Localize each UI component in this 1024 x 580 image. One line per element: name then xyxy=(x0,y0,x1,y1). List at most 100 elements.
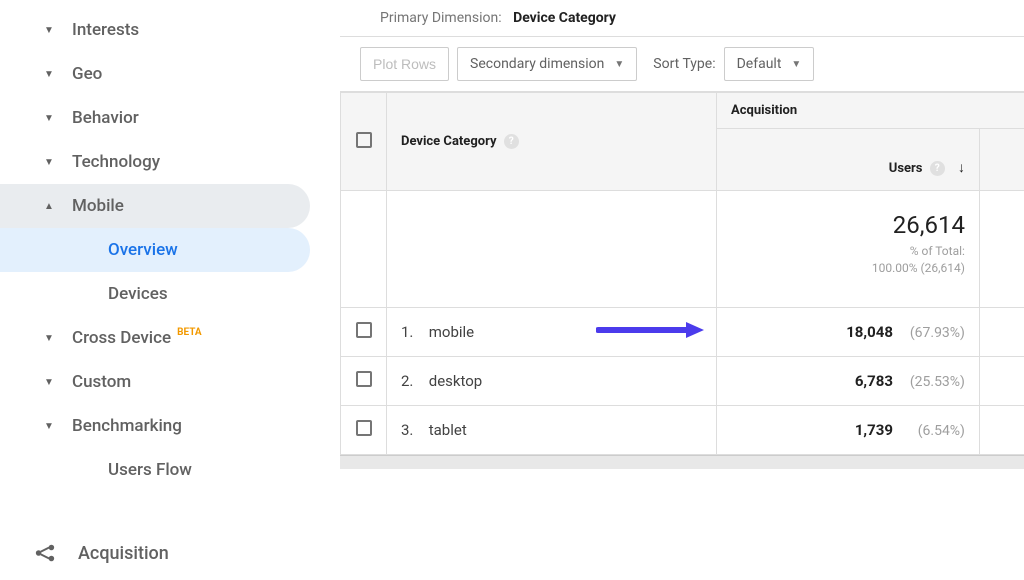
chevron-down-icon xyxy=(44,421,54,432)
sidebar-item-label: Overview xyxy=(108,240,178,260)
sidebar-items: Interests Geo Behavior Technology Mobile… xyxy=(0,8,340,526)
new-users-cell: 6,459(26.62%) xyxy=(979,356,1024,405)
dimension-value: mobile xyxy=(429,323,474,341)
sidebar-item-label: Behavior xyxy=(72,108,139,128)
table-row[interactable]: 1. mobile 18,048 (67.93%) 16,174(66.66%) xyxy=(341,307,1024,356)
chevron-down-icon xyxy=(44,113,54,124)
chevron-up-icon xyxy=(44,201,54,212)
users-cell: 1,739 (6.54%) xyxy=(717,405,980,454)
sort-descending-icon: ↓ xyxy=(958,160,965,176)
sort-type-label: Sort Type: xyxy=(653,56,715,72)
primary-dimension-bar: Primary Dimension: Device Category xyxy=(340,0,1024,37)
sidebar-item-label: Custom xyxy=(72,372,131,392)
dimension-value: desktop xyxy=(429,372,483,390)
sidebar-item-geo[interactable]: Geo xyxy=(0,52,310,96)
sidebar-item-behavior[interactable]: Behavior xyxy=(0,96,310,140)
empty-cell xyxy=(387,191,717,308)
chevron-down-icon xyxy=(44,333,54,344)
metric-percent: (6.54%) xyxy=(901,423,965,439)
table-row[interactable]: 3. tablet 1,739 (6.54%) 1,629(6.71%) xyxy=(341,405,1024,454)
metric-value: 1,739 xyxy=(855,421,893,439)
plot-rows-button[interactable]: Plot Rows xyxy=(360,47,449,81)
sidebar-item-users-flow[interactable]: Users Flow xyxy=(0,448,310,492)
chevron-down-icon: ▼ xyxy=(791,59,801,70)
dropdown-label: Secondary dimension xyxy=(470,56,604,72)
help-icon[interactable]: ? xyxy=(504,134,519,149)
chevron-down-icon xyxy=(44,377,54,388)
chevron-down-icon xyxy=(44,69,54,80)
summary-subtext: % of Total: xyxy=(731,243,965,260)
summary-subtext: 100.00% (24,261) xyxy=(994,260,1024,277)
users-column-header[interactable]: Users ? ↓ xyxy=(717,129,980,191)
row-checkbox[interactable] xyxy=(356,420,372,436)
new-users-summary: 24,262 % of Total: 100.00% (24,261) xyxy=(979,191,1024,308)
sidebar-item-label: Mobile xyxy=(72,196,124,216)
select-all-checkbox[interactable] xyxy=(356,132,372,148)
row-checkbox-cell xyxy=(341,405,387,454)
sidebar-item-label: Cross Device xyxy=(72,328,171,348)
sidebar-section-acquisition[interactable]: Acquisition xyxy=(0,526,340,580)
table-toolbar: Plot Rows Secondary dimension ▼ Sort Typ… xyxy=(340,37,1024,91)
beta-badge: BETA xyxy=(177,327,202,338)
empty-cell xyxy=(341,191,387,308)
table-row[interactable]: 2. desktop 6,783 (25.53%) 6,459(26.62%) xyxy=(341,356,1024,405)
row-checkbox[interactable] xyxy=(356,322,372,338)
metric-value: 18,048 xyxy=(846,323,893,341)
sidebar-item-label: Interests xyxy=(72,20,139,40)
sidebar-item-label: Benchmarking xyxy=(72,416,182,436)
row-checkbox-cell xyxy=(341,307,387,356)
chevron-down-icon xyxy=(44,157,54,168)
sidebar-item-cross-device[interactable]: Cross Device BETA xyxy=(0,316,310,360)
chevron-down-icon: ▼ xyxy=(614,59,624,70)
main-content: Primary Dimension: Device Category Plot … xyxy=(340,0,1024,580)
users-cell: 18,048 (67.93%) xyxy=(717,307,980,356)
new-users-cell: 16,174(66.66%) xyxy=(979,307,1024,356)
sidebar-item-custom[interactable]: Custom xyxy=(0,360,310,404)
metric-percent: (25.53%) xyxy=(901,374,965,390)
sort-type-dropdown[interactable]: Default ▼ xyxy=(724,47,815,81)
dimension-header[interactable]: Device Category ? xyxy=(387,93,717,191)
row-index: 2. xyxy=(401,372,425,390)
summary-subtext: % of Total: xyxy=(994,243,1024,260)
primary-dimension-label: Primary Dimension: xyxy=(380,10,502,26)
acquisition-icon xyxy=(34,542,56,564)
summary-row: 26,614 % of Total: 100.00% (26,614) 24,2… xyxy=(341,191,1024,308)
users-summary: 26,614 % of Total: 100.00% (26,614) xyxy=(717,191,980,308)
sidebar-item-interests[interactable]: Interests xyxy=(0,8,310,52)
metric-percent: (67.93%) xyxy=(901,325,965,341)
sidebar-item-benchmarking[interactable]: Benchmarking xyxy=(0,404,310,448)
metric-value: 6,783 xyxy=(855,372,893,390)
sidebar: Interests Geo Behavior Technology Mobile… xyxy=(0,0,340,580)
summary-value: 24,262 xyxy=(994,211,1024,239)
data-table-wrapper[interactable]: Device Category ? Acquisition Users ? ↓ xyxy=(340,91,1024,580)
sidebar-item-technology[interactable]: Technology xyxy=(0,140,310,184)
help-icon[interactable]: ? xyxy=(930,161,945,176)
header-label: Acquisition xyxy=(731,103,797,118)
users-cell: 6,783 (25.53%) xyxy=(717,356,980,405)
section-label: Acquisition xyxy=(78,543,169,564)
row-checkbox[interactable] xyxy=(356,371,372,387)
dimension-value: tablet xyxy=(429,421,467,439)
scroll-track[interactable] xyxy=(340,455,1024,469)
dimension-cell[interactable]: 1. mobile xyxy=(387,307,717,356)
summary-subtext: 100.00% (26,614) xyxy=(731,260,965,277)
primary-dimension-value[interactable]: Device Category xyxy=(513,10,616,26)
annotation-arrow-icon xyxy=(596,320,706,344)
select-all-header xyxy=(341,93,387,191)
sidebar-item-label: Users Flow xyxy=(108,460,192,480)
row-index: 3. xyxy=(401,421,425,439)
dimension-cell[interactable]: 3. tablet xyxy=(387,405,717,454)
sidebar-subitem-devices[interactable]: Devices xyxy=(0,272,310,316)
sidebar-subitem-overview[interactable]: Overview xyxy=(0,228,310,272)
sidebar-item-label: Technology xyxy=(72,152,160,172)
row-checkbox-cell xyxy=(341,356,387,405)
sidebar-item-mobile[interactable]: Mobile xyxy=(0,184,310,228)
new-users-cell: 1,629(6.71%) xyxy=(979,405,1024,454)
header-label: Users xyxy=(889,161,923,176)
acquisition-group-header: Acquisition xyxy=(717,93,1024,129)
dimension-cell[interactable]: 2. desktop xyxy=(387,356,717,405)
new-users-column-header[interactable]: New Users ? xyxy=(979,129,1024,191)
data-table: Device Category ? Acquisition Users ? ↓ xyxy=(340,92,1024,455)
secondary-dimension-dropdown[interactable]: Secondary dimension ▼ xyxy=(457,47,637,81)
header-label: Device Category xyxy=(401,134,497,149)
